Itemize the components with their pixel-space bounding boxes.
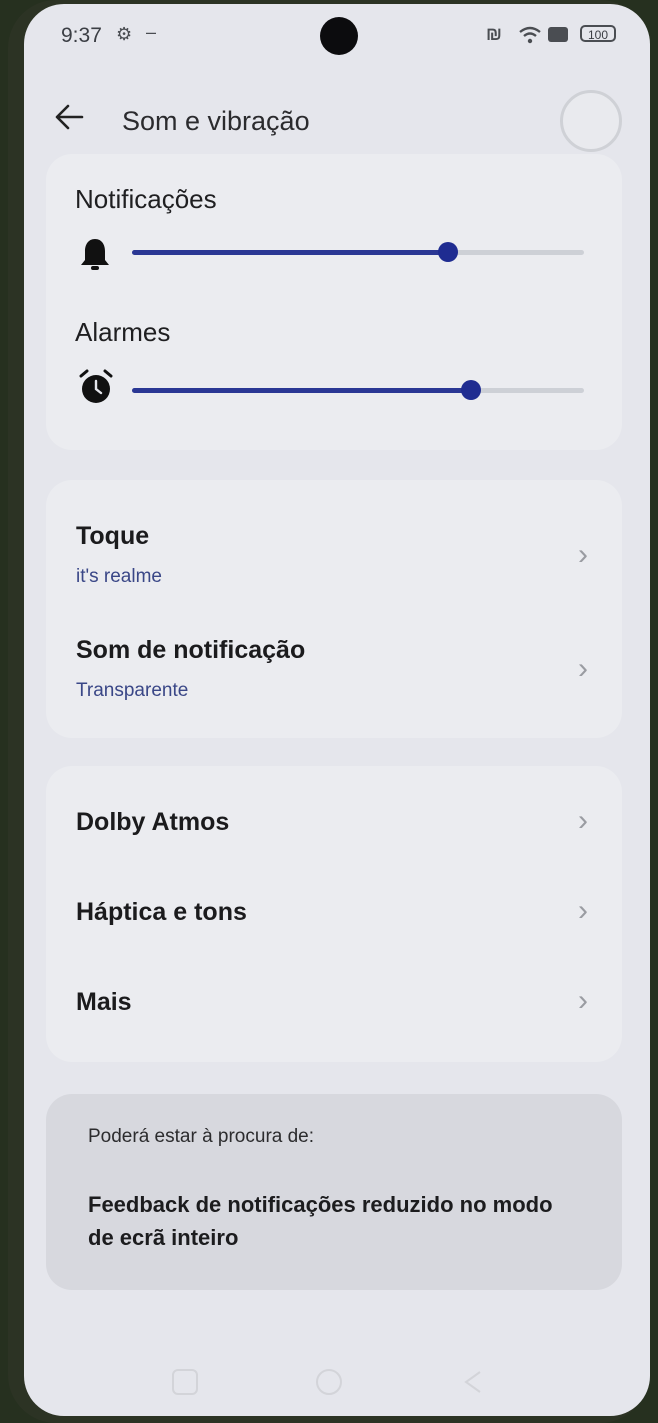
alarms-slider-fill bbox=[132, 388, 471, 393]
chevron-right-icon: › bbox=[578, 538, 588, 571]
notification-sound-value: Transparente bbox=[76, 680, 189, 701]
dolby-atmos-row[interactable]: Dolby Atmos › bbox=[46, 780, 622, 864]
dolby-atmos-title: Dolby Atmos bbox=[76, 808, 230, 836]
notifications-volume-label: Notificações bbox=[75, 184, 217, 214]
front-camera bbox=[320, 17, 358, 55]
bell-icon bbox=[78, 236, 112, 277]
settings-status-icon: ⚙ bbox=[116, 24, 133, 44]
notifications-volume-slider[interactable] bbox=[132, 242, 584, 262]
ringtone-title: Toque bbox=[76, 522, 150, 550]
alarm-clock-icon bbox=[78, 368, 114, 411]
chevron-right-icon: › bbox=[578, 894, 588, 927]
back-button[interactable] bbox=[52, 100, 92, 140]
notifications-slider-thumb[interactable] bbox=[438, 242, 458, 262]
more-row[interactable]: Mais › bbox=[46, 960, 622, 1044]
sim-icon bbox=[548, 27, 568, 42]
chevron-right-icon: › bbox=[578, 984, 588, 1017]
suggestion-label: Poderá estar à procura de: bbox=[88, 1126, 315, 1147]
page-title: Som e vibração bbox=[122, 106, 310, 136]
floating-circle-button[interactable] bbox=[560, 90, 622, 152]
alarms-volume-label: Alarmes bbox=[75, 317, 171, 347]
alarms-volume-slider[interactable] bbox=[132, 380, 584, 400]
wifi-icon bbox=[518, 26, 542, 49]
chevron-right-icon: › bbox=[578, 652, 588, 685]
status-time: 9:37 bbox=[61, 24, 102, 47]
battery-indicator: 100 bbox=[580, 25, 616, 42]
phone-frame: 9:37 ⚙ – ₪ 100 Som e vibração Notificaçõ… bbox=[8, 0, 650, 1423]
ringtone-row[interactable]: Toque it's realme › bbox=[46, 504, 622, 604]
suggestion-link[interactable]: Feedback de notificações reduzido no mod… bbox=[88, 1188, 578, 1254]
dash-status-icon: – bbox=[146, 22, 157, 42]
nfc-icon: ₪ bbox=[486, 24, 502, 44]
notification-sound-title: Som de notificação bbox=[76, 636, 306, 664]
screen: 9:37 ⚙ – ₪ 100 Som e vibração Notificaçõ… bbox=[24, 4, 650, 1416]
ringtone-value: it's realme bbox=[76, 566, 162, 587]
nav-back-icon bbox=[464, 1371, 481, 1393]
haptics-tones-row[interactable]: Háptica e tons › bbox=[46, 870, 622, 954]
nav-back-button[interactable] bbox=[460, 1369, 486, 1395]
notification-sound-row[interactable]: Som de notificação Transparente › bbox=[46, 618, 622, 718]
nav-home-button[interactable] bbox=[316, 1369, 342, 1395]
arrow-left-icon bbox=[55, 104, 84, 130]
haptics-tones-title: Háptica e tons bbox=[76, 898, 247, 926]
nav-recents-button[interactable] bbox=[172, 1369, 198, 1395]
chevron-right-icon: › bbox=[578, 804, 588, 837]
notifications-slider-fill bbox=[132, 250, 448, 255]
more-title: Mais bbox=[76, 988, 132, 1016]
alarms-slider-thumb[interactable] bbox=[461, 380, 481, 400]
